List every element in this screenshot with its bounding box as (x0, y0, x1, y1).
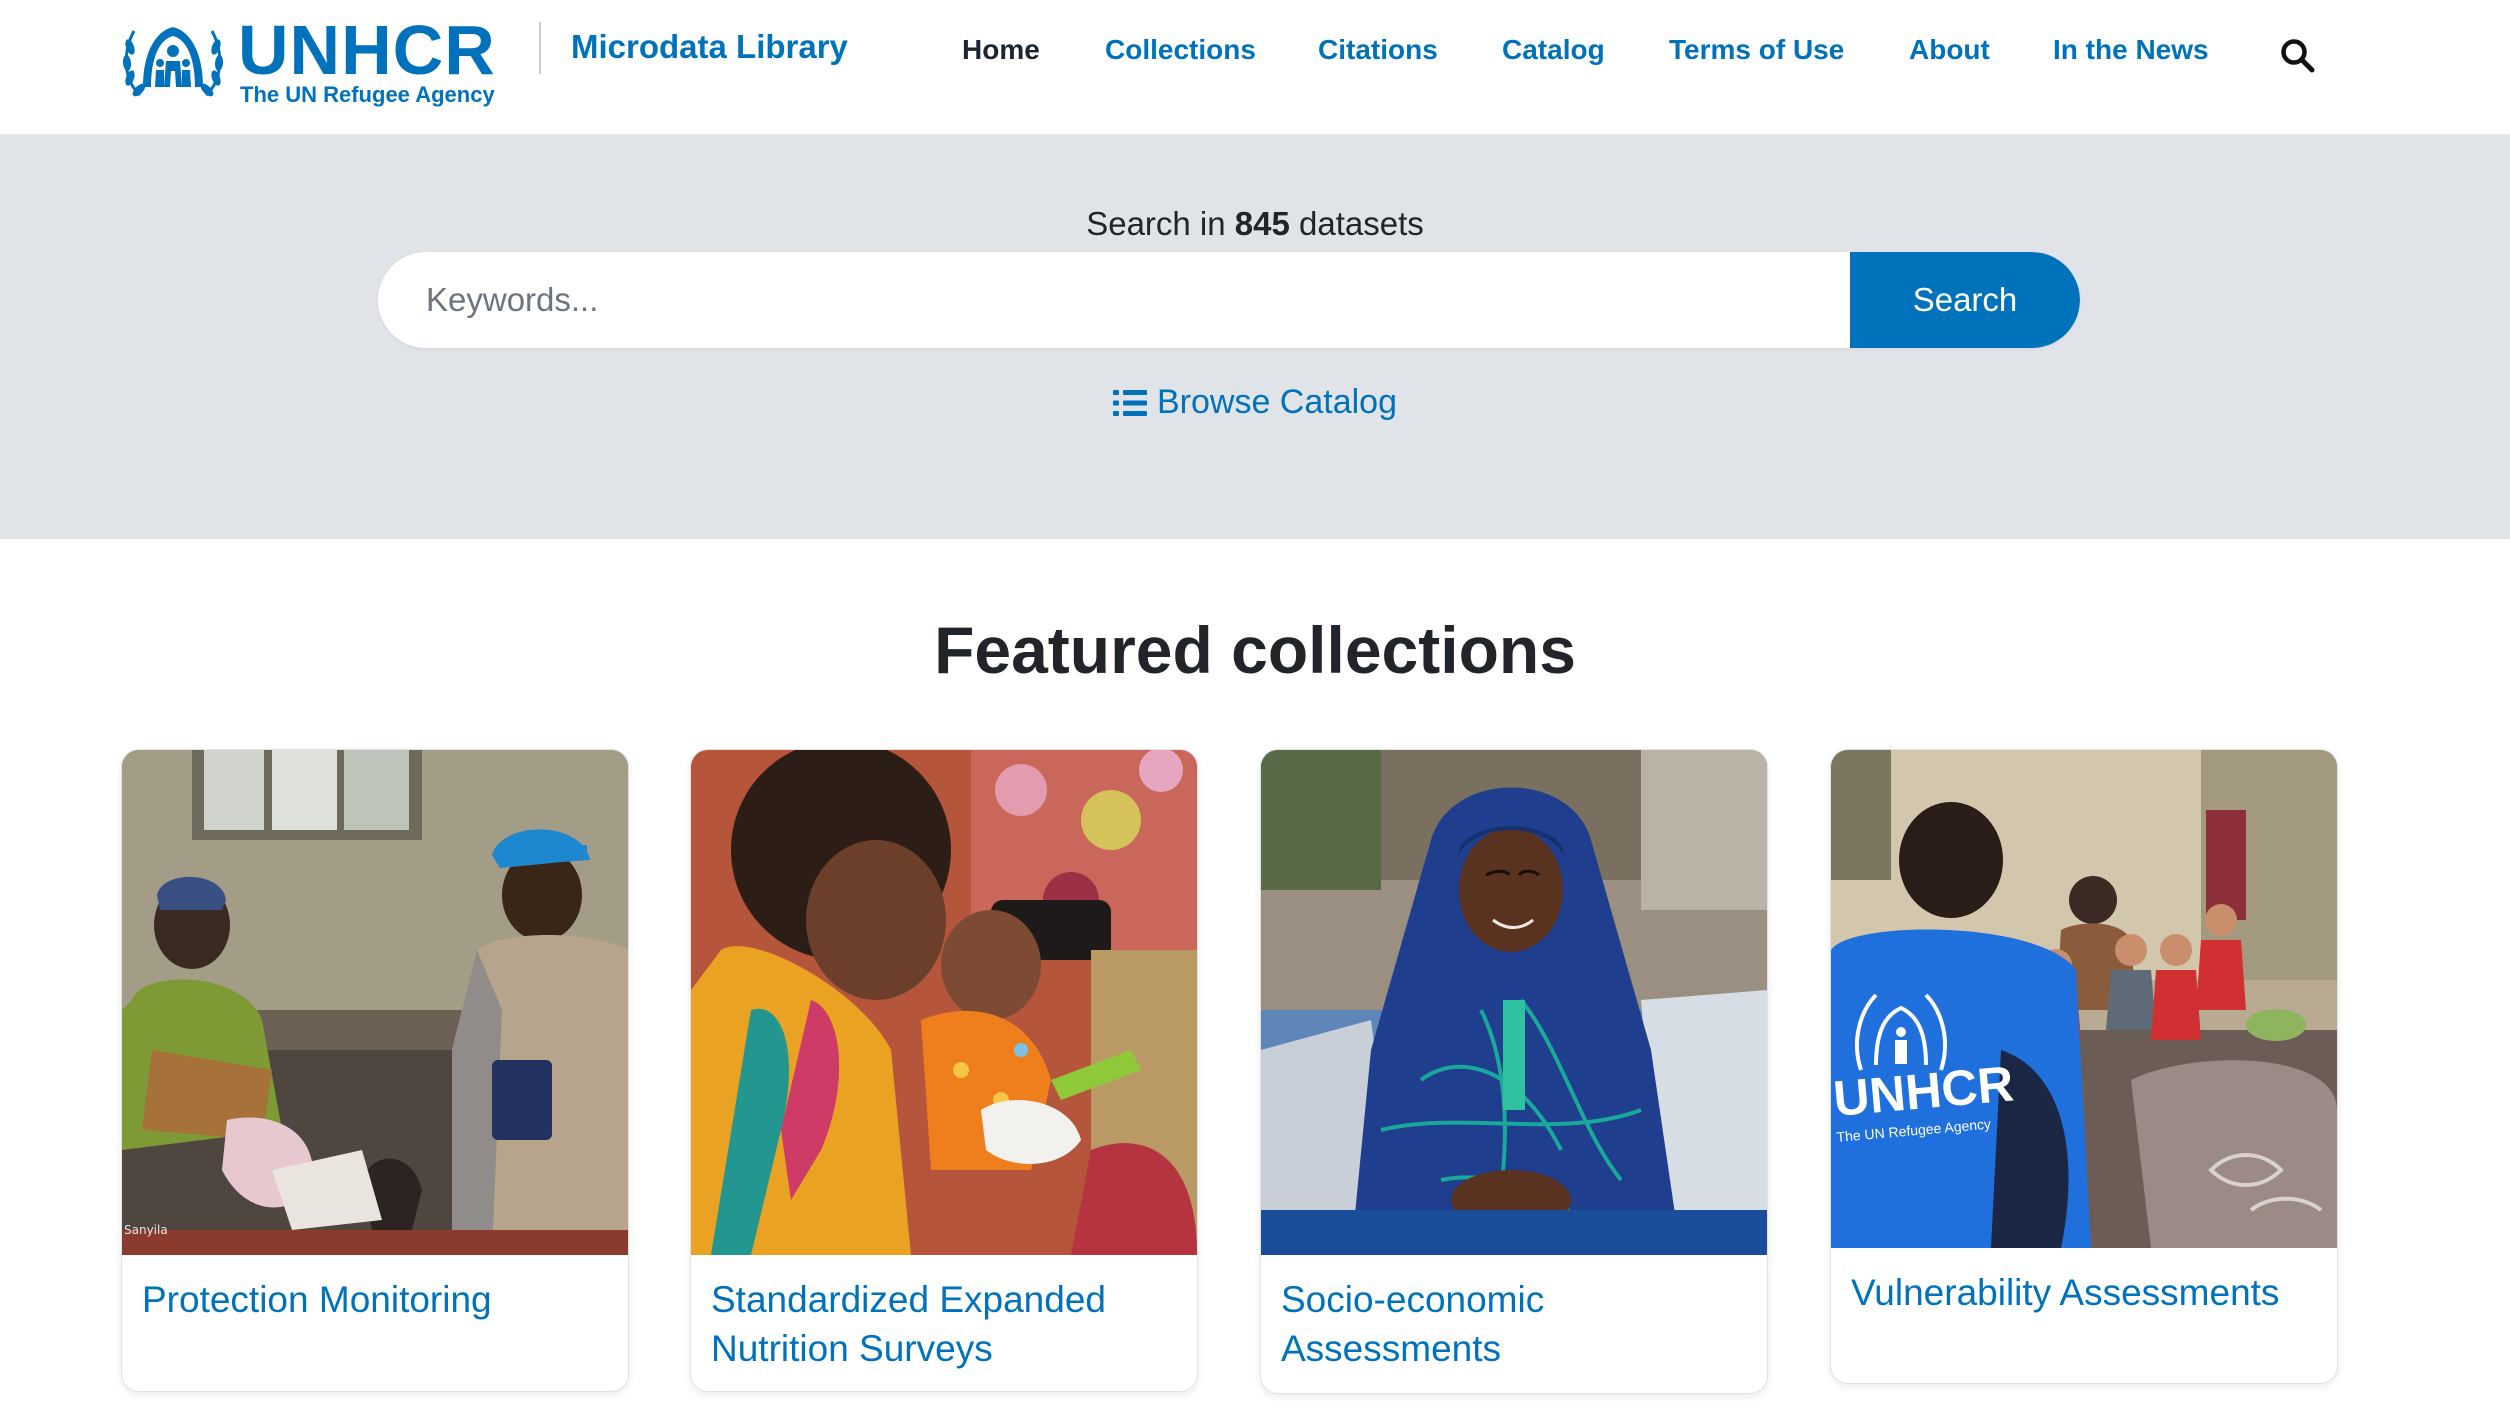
logo-wordmark: UNHCR (238, 11, 496, 89)
count-prefix: Search in (1086, 205, 1226, 242)
nav-home[interactable]: Home (962, 34, 1040, 66)
collection-title[interactable]: Socio-economic Assessments (1261, 1255, 1767, 1373)
featured-collections-heading: Featured collections (934, 613, 1576, 687)
count-suffix: datasets (1299, 205, 1424, 242)
dataset-count-text: Search in 845 datasets (0, 205, 2510, 243)
collection-card-socio-economic-assessments[interactable]: Socio-economic Assessments (1260, 749, 1768, 1394)
collection-title[interactable]: Protection Monitoring (122, 1255, 628, 1324)
site-header: UNHCR The UN Refugee Agency Microdata Li… (0, 0, 2510, 135)
collection-photo: Sanyila (122, 750, 628, 1255)
unhcr-emblem-icon (122, 27, 224, 97)
photo-credit-label: Sanyila (124, 1223, 168, 1237)
collection-photo: UNHCR The UN Refugee Agency (1831, 750, 2337, 1248)
nav-terms-of-use[interactable]: Terms of Use (1669, 34, 1844, 66)
collection-card-nutrition-surveys[interactable]: Standardized Expanded Nutrition Surveys (690, 749, 1198, 1392)
site-name-link[interactable]: Microdata Library (571, 28, 848, 66)
nav-collections[interactable]: Collections (1105, 34, 1256, 66)
collection-card-protection-monitoring[interactable]: Sanyila Protection Monitoring (121, 749, 629, 1392)
collection-title[interactable]: Vulnerability Assessments (1831, 1248, 2337, 1317)
nav-catalog[interactable]: Catalog (1502, 34, 1605, 66)
browse-catalog-label: Browse Catalog (1156, 383, 1397, 421)
unhcr-logo[interactable]: UNHCR The UN Refugee Agency (118, 14, 496, 110)
search-hero: Search in 845 datasets Search Browse Cat… (0, 135, 2510, 539)
search-form: Search (378, 252, 2080, 348)
collection-photo (691, 750, 1197, 1255)
logo-divider (539, 22, 541, 74)
keyword-search-input[interactable] (378, 252, 1850, 348)
search-icon[interactable] (2280, 38, 2316, 74)
nav-citations[interactable]: Citations (1318, 34, 1438, 66)
list-icon (1112, 389, 1147, 416)
nav-about[interactable]: About (1909, 34, 1990, 66)
collection-photo (1261, 750, 1767, 1255)
browse-catalog-link[interactable]: Browse Catalog (0, 383, 2510, 427)
collection-card-vulnerability-assessments[interactable]: UNHCR The UN Refugee Agency Vulnerabilit… (1830, 749, 2338, 1384)
logo-subtitle: The UN Refugee Agency (240, 82, 495, 107)
search-button[interactable]: Search (1850, 252, 2080, 348)
nav-in-the-news[interactable]: In the News (2053, 34, 2209, 66)
collection-title[interactable]: Standardized Expanded Nutrition Surveys (691, 1255, 1197, 1373)
dataset-count: 845 (1234, 205, 1290, 242)
